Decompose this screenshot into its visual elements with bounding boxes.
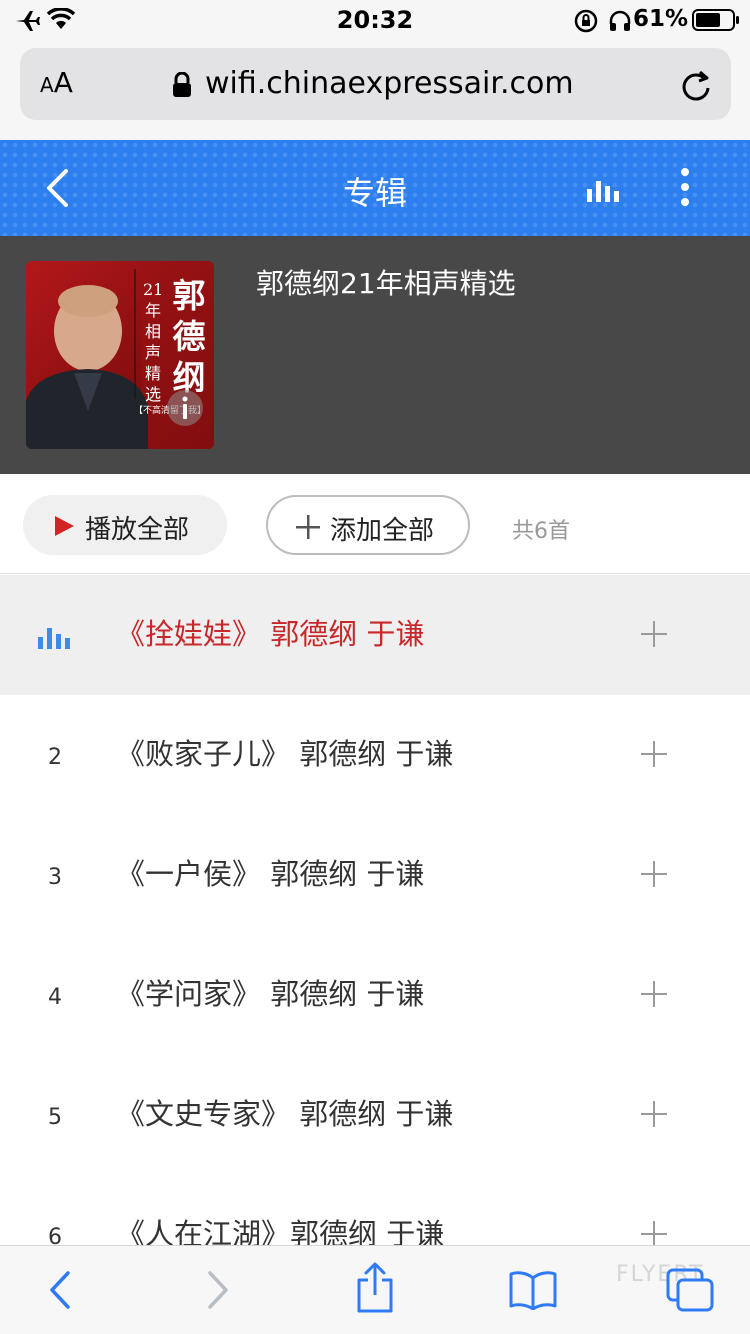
equalizer-icon[interactable]: [585, 178, 625, 202]
browser-address-area: AA wifi.chinaexpressair.com: [0, 40, 750, 140]
plus-icon: [296, 515, 320, 539]
track-title: 《败家子儿》 郭德纲 于谦: [116, 737, 454, 771]
track-title: 《一户侯》 郭德纲 于谦: [116, 857, 425, 891]
play-all-label: 播放全部: [85, 515, 190, 545]
more-vertical-icon[interactable]: [678, 166, 692, 208]
track-row[interactable]: 《拴娃娃》 郭德纲 于谦: [0, 575, 750, 695]
add-track-icon[interactable]: [641, 981, 667, 1007]
now-playing-icon: [38, 628, 70, 649]
url-text[interactable]: wifi.chinaexpressair.com: [205, 66, 574, 101]
track-row[interactable]: 2 《败家子儿》 郭德纲 于谦: [0, 695, 750, 815]
app-header: 专辑: [0, 140, 750, 236]
orientation-lock-icon: [574, 9, 598, 33]
tabs-icon[interactable]: [664, 1266, 716, 1314]
track-count: 共6首: [512, 519, 570, 544]
add-track-icon[interactable]: [641, 1221, 667, 1247]
album-title: 郭德纲21年相声精选: [256, 267, 516, 300]
back-icon[interactable]: [46, 1270, 74, 1310]
bookmarks-icon[interactable]: [508, 1270, 558, 1310]
cover-text-main: 郭德纲: [172, 276, 206, 397]
text-size-button[interactable]: AA: [40, 66, 73, 99]
add-track-icon[interactable]: [641, 861, 667, 887]
add-track-icon[interactable]: [641, 741, 667, 767]
add-track-icon[interactable]: [641, 1101, 667, 1127]
battery-icon: [692, 9, 739, 31]
track-number: 2: [48, 745, 62, 770]
forward-icon[interactable]: [204, 1270, 232, 1310]
track-number: 4: [48, 985, 62, 1010]
track-row[interactable]: 4 《学问家》 郭德纲 于谦: [0, 935, 750, 1055]
status-bar: 20:32 61%: [0, 0, 750, 40]
battery-percent: 61%: [632, 6, 688, 32]
add-track-icon[interactable]: [641, 621, 667, 647]
album-info: 郭德纲 21年相声精选 【不高清留了我】 郭德纲21年相声精选: [0, 236, 750, 474]
track-title: 《拴娃娃》 郭德纲 于谦: [116, 617, 425, 651]
album-actions: 播放全部 添加全部 共6首: [0, 474, 750, 574]
add-all-label: 添加全部: [330, 516, 435, 546]
cover-text-side: 21年相声精选: [143, 280, 164, 404]
play-icon: [55, 516, 74, 536]
play-all-button[interactable]: 播放全部: [23, 495, 227, 555]
share-icon[interactable]: [354, 1262, 396, 1314]
lock-icon: [173, 72, 191, 97]
headphones-icon: [609, 10, 631, 31]
album-cover[interactable]: 郭德纲 21年相声精选 【不高清留了我】: [26, 261, 214, 449]
track-row[interactable]: 3 《一户侯》 郭德纲 于谦: [0, 815, 750, 935]
track-number: 3: [48, 865, 62, 890]
add-all-button[interactable]: 添加全部: [266, 495, 470, 555]
track-title: 《学问家》 郭德纲 于谦: [116, 977, 425, 1011]
info-icon[interactable]: [166, 389, 204, 427]
reload-icon[interactable]: [680, 68, 712, 102]
page-title: 专辑: [342, 174, 407, 212]
track-row[interactable]: 5 《文史专家》 郭德纲 于谦: [0, 1055, 750, 1175]
track-title: 《文史专家》 郭德纲 于谦: [116, 1097, 454, 1131]
browser-toolbar: FLYERT: [0, 1245, 750, 1334]
track-number: 5: [48, 1105, 62, 1130]
address-bar[interactable]: AA wifi.chinaexpressair.com: [20, 48, 731, 120]
